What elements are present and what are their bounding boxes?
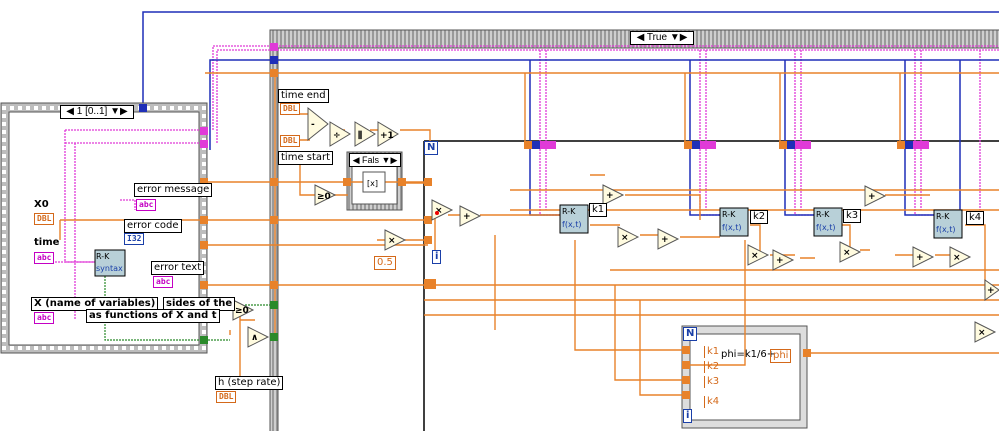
svg-text:×: × xyxy=(978,328,986,338)
rk-k3-title: R-K xyxy=(816,210,830,219)
svg-text:[x]: [x] xyxy=(367,179,378,188)
rk-k4-title: R-K xyxy=(936,212,950,221)
phi-input-k4: k4 xyxy=(704,396,719,408)
error-code-terminal[interactable]: I32 xyxy=(124,233,145,245)
case-selector-true-label: True xyxy=(646,32,668,43)
rk-syntax-title: R-K xyxy=(96,252,110,261)
svg-text:+: + xyxy=(463,212,471,222)
time-end-terminal[interactable]: DBL xyxy=(280,103,301,115)
rk-k2-fxt: f(x,t) xyxy=(722,223,742,232)
svg-text:+: + xyxy=(868,192,876,202)
loop-i-terminal: i xyxy=(432,250,442,264)
svg-text:+: + xyxy=(776,256,784,266)
rk-syntax-label: syntax xyxy=(96,264,123,273)
coercion-dot xyxy=(435,211,439,215)
k1-label: k1 xyxy=(589,203,608,217)
rk-k1-title: R-K xyxy=(562,207,576,216)
phi-input-k2: k2 xyxy=(704,361,719,373)
svg-text:÷: ÷ xyxy=(333,131,341,141)
as-functions-label: as functions of X and t xyxy=(86,309,220,323)
time-start-label: time start xyxy=(278,151,334,165)
loop-n-terminal[interactable]: N xyxy=(424,141,439,155)
x0-label: X0 xyxy=(34,199,49,210)
case-selector-false[interactable]: ◀ Fals ▼▶ xyxy=(349,153,401,167)
const-half[interactable]: 0.5 xyxy=(374,256,396,270)
case-structure[interactable] xyxy=(269,29,999,431)
svg-text:∧: ∧ xyxy=(251,333,258,343)
sequence-frame-label: 1 [0..1] xyxy=(76,106,108,117)
svg-text:+: + xyxy=(661,235,669,245)
svg-text:+: + xyxy=(916,253,924,263)
time-end-label: time end xyxy=(278,89,329,103)
time-start-terminal[interactable]: DBL xyxy=(280,135,301,147)
error-message-label: error message xyxy=(134,183,213,197)
rk-k1-fxt: f(x,t) xyxy=(562,220,582,229)
error-code-label: error code xyxy=(124,219,182,233)
error-message-terminal[interactable]: abc xyxy=(136,199,157,211)
x-names-terminal[interactable]: abc xyxy=(34,312,55,324)
x0-terminal[interactable]: DBL xyxy=(34,213,55,225)
svg-text:≥0: ≥0 xyxy=(235,306,249,316)
phi-input-k3: k3 xyxy=(704,376,719,388)
svg-text:-: - xyxy=(311,120,315,130)
rk-k3-fxt: f(x,t) xyxy=(816,223,836,232)
inner-case-node: [x] xyxy=(362,171,386,193)
time-label: time xyxy=(34,237,60,248)
k4-label: k4 xyxy=(966,211,985,225)
svg-text:×: × xyxy=(388,236,396,246)
rk-k2-title: R-K xyxy=(722,210,736,219)
rk-k4-fxt: f(x,t) xyxy=(936,225,956,234)
case-selector-false-label: Fals xyxy=(362,155,380,165)
svg-text:+: + xyxy=(987,286,995,296)
svg-text:≥0: ≥0 xyxy=(317,192,331,202)
phi-loop-n-terminal[interactable]: N xyxy=(683,327,698,341)
svg-text:+1: +1 xyxy=(380,131,394,141)
svg-text:×: × xyxy=(843,248,851,258)
phi-input-k1: k1 xyxy=(704,346,719,358)
time-terminal[interactable]: abc xyxy=(34,252,55,264)
error-text-terminal[interactable]: abc xyxy=(153,276,174,288)
svg-text:+: + xyxy=(606,191,614,201)
h-step-rate-label: h (step rate) xyxy=(215,376,284,390)
k2-label: k2 xyxy=(750,210,769,224)
phi-formula: phi=k1/6+ xyxy=(721,349,776,360)
svg-text:×: × xyxy=(953,253,961,263)
svg-text:⫼: ⫼ xyxy=(358,130,362,141)
h-step-rate-terminal[interactable]: DBL xyxy=(216,391,237,403)
error-text-label: error text xyxy=(151,261,205,275)
phi-loop-i-terminal: i xyxy=(683,409,693,423)
phi-output: phi xyxy=(770,349,792,363)
k3-label: k3 xyxy=(843,209,862,223)
svg-text:×: × xyxy=(751,251,759,261)
svg-text:×: × xyxy=(621,233,629,243)
case-selector-true[interactable]: ◀ True ▼▶ xyxy=(630,31,694,45)
sequence-frame-selector[interactable]: ◀ 1 [0..1] ▼▶ xyxy=(60,105,134,119)
